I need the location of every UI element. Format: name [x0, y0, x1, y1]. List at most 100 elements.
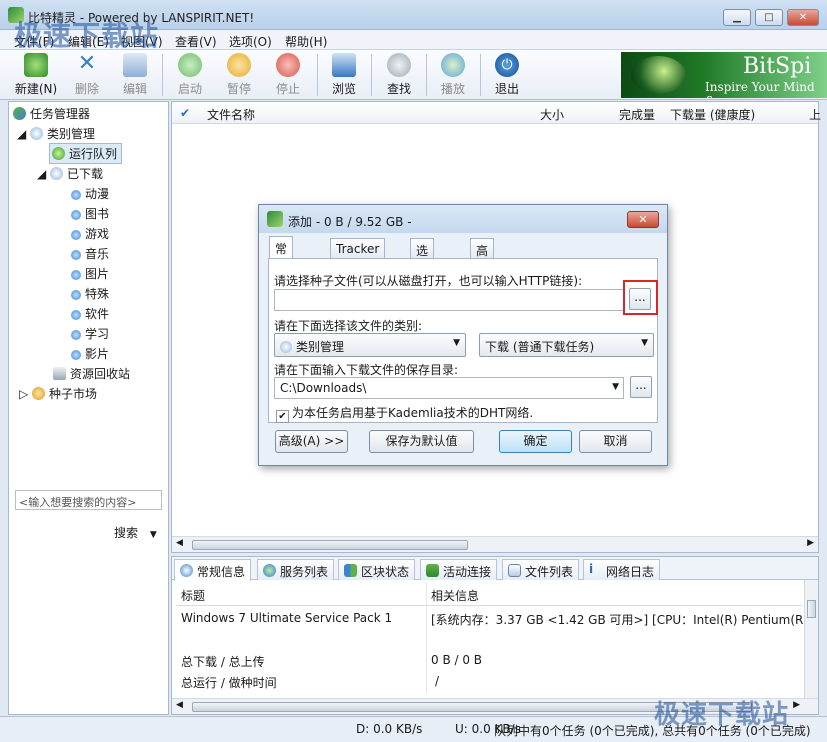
minimize-button[interactable]: ▁: [723, 9, 751, 26]
tab-select-files[interactable]: 选择文件: [410, 238, 435, 309]
tree-item-anime[interactable]: 动漫: [71, 185, 109, 202]
info-os-label: Windows 7 Ultimate Service Pack 1: [181, 611, 393, 625]
close-button[interactable]: ✕: [787, 9, 819, 26]
tree-item-pictures[interactable]: 图片: [71, 265, 109, 282]
info-panel: 常规信息 服务列表 区块状态 活动连接 文件列表 i 网络日志 标题 相关信息 W…: [171, 556, 819, 715]
scroll-left-icon[interactable]: ◀: [176, 538, 183, 548]
tab-file-list[interactable]: 文件列表: [502, 559, 580, 580]
info-i-icon: i: [589, 562, 594, 576]
sidebar-search-input[interactable]: <输入想要搜索的内容>: [15, 490, 162, 510]
torrent-label: 请选择种子文件(可以从磁盘打开，也可以输入HTTP链接):: [274, 274, 583, 288]
directory-label: 请在下面输入下载文件的保存目录:: [274, 363, 459, 377]
dht-option[interactable]: ✔ 为本任务启用基于Kademlia技术的DHT网络.: [276, 404, 533, 423]
category-select[interactable]: 类别管理 ▼: [274, 333, 466, 357]
watermark-top: 极速下载站: [14, 19, 160, 52]
browse-icon: [332, 53, 356, 77]
info-os-value: [系统内存：3.37 GB <1.42 GB 可用>] [CPU：Intel(R…: [431, 613, 803, 627]
chevron-down-icon[interactable]: ▼: [612, 382, 619, 392]
browse-button[interactable]: 浏览: [320, 53, 368, 97]
download-mode-select[interactable]: 下载 (普通下载任务) ▼: [479, 333, 654, 357]
maximize-button[interactable]: □: [755, 9, 783, 26]
tab-network-log[interactable]: i 网络日志: [583, 559, 661, 580]
menu-look[interactable]: 查看(V): [175, 33, 217, 50]
tab-advanced-options[interactable]: 高级选项: [470, 238, 495, 309]
tree-recycle-bin[interactable]: 资源回收站: [53, 365, 130, 382]
running-icon: [52, 147, 65, 160]
status-download-speed: D: 0.0 KB/s: [356, 722, 423, 736]
info-header-label: 标题: [181, 589, 206, 603]
tree-category[interactable]: ◢ 类别管理: [17, 125, 95, 142]
info-vscroll[interactable]: [804, 580, 818, 698]
market-icon: [32, 387, 46, 400]
tree-item-music[interactable]: 音乐: [71, 245, 109, 262]
dialog-title-bar: 添加 - 0 B / 9.52 GB - ✕: [259, 205, 667, 233]
browse-torrent-button[interactable]: ...: [629, 288, 651, 310]
col-downloaded[interactable]: 下载量 (健康度): [670, 106, 755, 123]
dht-checkbox[interactable]: ✔: [276, 410, 289, 423]
list-header: ✔ 文件名称 大小 完成量 下载量 (健康度) 上: [172, 102, 821, 124]
info-icon: [180, 564, 193, 577]
exit-button[interactable]: ⏻ 退出: [483, 53, 531, 97]
task-manager-icon: [13, 107, 26, 120]
save-directory-input[interactable]: C:\Downloads\ ▼: [274, 377, 624, 399]
tab-server-list[interactable]: 服务列表: [257, 559, 335, 580]
ok-button[interactable]: 确定: [499, 430, 572, 453]
brand-banner: BitSpi Inspire Your Mind &: [621, 52, 827, 98]
tree-item-movies[interactable]: 影片: [71, 345, 109, 362]
browse-directory-button[interactable]: ...: [630, 376, 652, 398]
advanced-button[interactable]: 高级(A) >>: [275, 430, 348, 453]
cancel-button[interactable]: 取消: [579, 430, 652, 453]
tab-block-status[interactable]: 区块状态: [338, 559, 416, 580]
tab-general-options[interactable]: 常规选项: [269, 236, 294, 307]
tree-running-queue[interactable]: 运行队列: [49, 143, 123, 164]
sidebar-search-button[interactable]: 搜索 ▼: [114, 524, 157, 541]
info-tabs: 常规信息 服务列表 区块状态 活动连接 文件列表 i 网络日志: [172, 557, 818, 581]
downloaded-icon: [50, 167, 64, 180]
hscroll-thumb[interactable]: [192, 540, 468, 550]
tree-item-games[interactable]: 游戏: [71, 225, 109, 242]
vscroll-thumb[interactable]: [807, 600, 816, 618]
edit-button[interactable]: 编辑: [111, 53, 159, 97]
scroll-right-icon[interactable]: ▶: [807, 538, 814, 548]
col-size[interactable]: 大小: [540, 106, 564, 123]
check-all-icon[interactable]: ✔: [180, 106, 190, 120]
tab-tracker-list[interactable]: Tracker列表: [330, 238, 386, 272]
pause-button[interactable]: 暂停: [215, 53, 263, 97]
list-hscroll[interactable]: ◀ ▶: [172, 536, 818, 552]
tree-item-software[interactable]: 软件: [71, 305, 109, 322]
menu-help[interactable]: 帮助(H): [285, 33, 327, 50]
new-button[interactable]: 新建(N): [12, 53, 60, 97]
add-task-dialog: 添加 - 0 B / 9.52 GB - ✕ 常规选项 Tracker列表 选择…: [258, 204, 668, 466]
power-icon: ⏻: [495, 53, 519, 77]
globe-icon: [441, 53, 465, 77]
col-filename[interactable]: 文件名称: [207, 106, 255, 123]
dialog-close-button[interactable]: ✕: [627, 211, 659, 228]
tree-downloaded[interactable]: ◢ 已下载: [37, 165, 103, 182]
col-upload[interactable]: 上: [809, 106, 821, 123]
tree-item-books[interactable]: 图书: [71, 205, 109, 222]
tree-seed-market[interactable]: ▷ 种子市场: [19, 385, 97, 402]
col-completed[interactable]: 完成量: [619, 106, 655, 123]
tree-root[interactable]: 任务管理器: [13, 105, 90, 122]
bullet-icon: [71, 250, 81, 260]
torrent-path-input[interactable]: [274, 289, 624, 311]
save-default-button[interactable]: 保存为默认值: [369, 430, 474, 453]
bullet-icon: [71, 310, 81, 320]
stop-button[interactable]: 停止: [264, 53, 312, 97]
find-button[interactable]: 查找: [375, 53, 423, 97]
eye-logo-icon: [631, 56, 686, 94]
bullet-icon: [71, 350, 81, 360]
play-media-button[interactable]: 播放: [429, 53, 477, 97]
tab-general-info[interactable]: 常规信息: [174, 559, 252, 581]
tree-item-study[interactable]: 学习: [71, 325, 109, 342]
scroll-right-icon[interactable]: ▶: [793, 700, 800, 710]
tree-item-special[interactable]: 特殊: [71, 285, 109, 302]
stop-icon: [276, 53, 300, 77]
delete-button[interactable]: ✕ 删除: [63, 53, 111, 97]
tab-active-connections[interactable]: 活动连接: [420, 559, 498, 580]
menu-options[interactable]: 选项(O): [229, 33, 272, 50]
find-icon: [387, 53, 411, 77]
banner-slogan: Inspire Your Mind &: [705, 80, 815, 98]
start-button[interactable]: 启动: [166, 53, 214, 97]
scroll-left-icon[interactable]: ◀: [176, 700, 183, 710]
